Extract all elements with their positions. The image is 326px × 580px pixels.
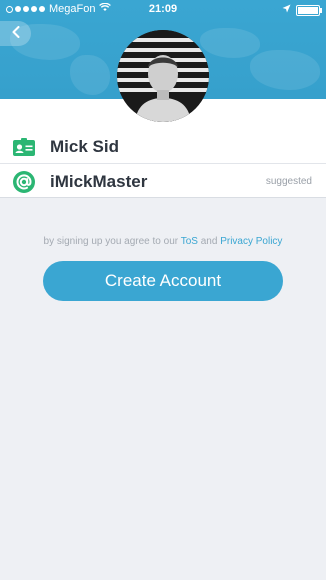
avatar[interactable] (117, 30, 209, 122)
terms-and: and (200, 236, 218, 247)
full-name-value: Mick Sid (50, 136, 119, 156)
full-name-row[interactable]: Mick Sid (0, 129, 326, 164)
create-account-button[interactable]: Create Account (43, 261, 283, 301)
id-card-icon (13, 136, 35, 158)
back-button[interactable] (0, 21, 31, 46)
suggested-label: suggested (265, 176, 312, 187)
battery-icon (296, 4, 322, 16)
world-map-shape (250, 50, 320, 90)
privacy-policy-link[interactable]: Privacy Policy (220, 236, 282, 247)
username-row[interactable]: iMickMaster suggested (0, 164, 326, 199)
world-map-shape (70, 55, 110, 95)
chevron-left-icon (12, 25, 20, 43)
location-icon (282, 4, 291, 16)
world-map-shape (200, 28, 260, 58)
terms-notice: by signing up you agree to our ToS and P… (0, 236, 326, 247)
tos-link[interactable]: ToS (181, 236, 198, 247)
status-bar: MegaFon 21:09 (0, 0, 326, 20)
clock: 21:09 (148, 3, 178, 15)
terms-prefix: by signing up you agree to our (43, 236, 179, 247)
username-value: iMickMaster (50, 171, 148, 191)
at-sign-icon (13, 170, 35, 193)
